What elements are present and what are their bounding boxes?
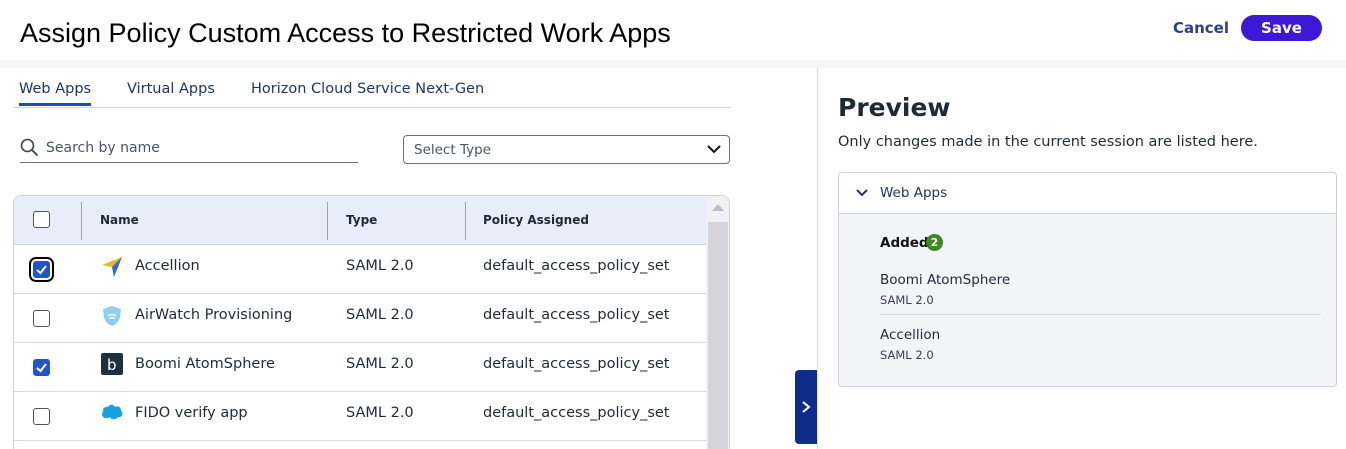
type-select[interactable]: Select Type	[403, 135, 730, 164]
column-header-name[interactable]: Name	[100, 213, 139, 227]
app-type: SAML 2.0	[346, 405, 414, 421]
select-all-checkbox[interactable]	[33, 211, 50, 228]
search-icon	[20, 138, 38, 156]
preview-item-name: Boomi AtomSphere	[880, 272, 1011, 288]
app-policy: default_access_policy_set	[483, 356, 670, 372]
preview-item-divider	[880, 314, 1321, 315]
assign-policy-page: Assign Policy Custom Access to Restricte…	[0, 0, 1346, 449]
app-name: Accellion	[135, 258, 200, 274]
table-scrollbar[interactable]	[706, 196, 729, 449]
added-count-badge: 2	[926, 234, 943, 251]
panel-divider	[817, 68, 818, 449]
preview-section-label: Web Apps	[880, 185, 948, 201]
app-name: AirWatch Provisioning	[135, 307, 293, 323]
boomi-icon: b	[101, 353, 123, 375]
apps-table: Name Type Policy Assigned Accellion SAML…	[13, 195, 730, 449]
toggle-preview-button[interactable]	[795, 370, 817, 444]
table-row[interactable]: FIDO verify app SAML 2.0 default_access_…	[14, 392, 706, 441]
app-policy: default_access_policy_set	[483, 258, 670, 274]
cancel-button[interactable]: Cancel	[1168, 15, 1234, 41]
page-header: Assign Policy Custom Access to Restricte…	[0, 0, 1346, 60]
table-row[interactable]: Accellion SAML 2.0 default_access_policy…	[14, 245, 706, 294]
page-title: Assign Policy Custom Access to Restricte…	[20, 18, 671, 48]
column-separator	[465, 202, 466, 240]
app-name: FIDO verify app	[135, 405, 248, 421]
checkmark-icon	[36, 265, 47, 275]
preview-item-type: SAML 2.0	[880, 348, 934, 362]
row-checkbox[interactable]	[33, 310, 50, 327]
column-header-type[interactable]: Type	[346, 213, 377, 227]
type-select-value: Select Type	[414, 142, 491, 158]
row-checkbox[interactable]	[29, 257, 54, 282]
app-policy: default_access_policy_set	[483, 405, 670, 421]
checkmark-icon	[36, 363, 47, 373]
tab-virtual-apps[interactable]: Virtual Apps	[127, 81, 215, 97]
svg-text:b: b	[107, 356, 117, 374]
column-separator	[327, 202, 328, 240]
app-type: SAML 2.0	[346, 258, 414, 274]
airwatch-shield-icon	[103, 306, 121, 326]
save-button[interactable]: Save	[1241, 15, 1322, 41]
added-label: Added	[880, 235, 929, 251]
app-name: Boomi AtomSphere	[135, 356, 275, 372]
preview-section: Web Apps Added 2 Boomi AtomSphere SAML 2…	[838, 172, 1337, 387]
app-policy: default_access_policy_set	[483, 307, 670, 323]
table-row[interactable]: AirWatch Provisioning SAML 2.0 default_a…	[14, 294, 706, 343]
search-field	[20, 136, 358, 163]
table-row[interactable]: b Boomi AtomSphere SAML 2.0 default_acce…	[14, 343, 706, 392]
tab-horizon-cloud[interactable]: Horizon Cloud Service Next-Gen	[251, 81, 484, 97]
app-type: SAML 2.0	[346, 356, 414, 372]
column-header-policy[interactable]: Policy Assigned	[483, 213, 589, 227]
row-checkbox[interactable]	[33, 359, 50, 376]
preview-item-name: Accellion	[880, 327, 941, 343]
header-divider-band	[0, 60, 1346, 68]
salesforce-cloud-icon	[102, 404, 123, 420]
chevron-right-icon	[802, 401, 811, 413]
app-type: SAML 2.0	[346, 307, 414, 323]
preview-item-type: SAML 2.0	[880, 293, 934, 307]
preview-section-header[interactable]: Web Apps	[839, 173, 1336, 214]
preview-subtitle: Only changes made in the current session…	[838, 134, 1258, 150]
accellion-icon	[102, 257, 122, 277]
table-header: Name Type Policy Assigned	[14, 196, 706, 245]
chevron-down-icon	[707, 145, 721, 154]
app-type-tabs: Web Apps Virtual Apps Horizon Cloud Serv…	[14, 78, 730, 108]
tab-web-apps[interactable]: Web Apps	[19, 81, 92, 106]
search-input[interactable]	[46, 137, 346, 159]
column-separator	[81, 202, 82, 240]
row-checkbox[interactable]	[33, 408, 50, 425]
scrollbar-thumb[interactable]	[708, 222, 728, 449]
preview-title: Preview	[838, 93, 951, 122]
scroll-up-arrow-icon[interactable]	[712, 204, 724, 211]
chevron-down-icon	[856, 189, 868, 197]
